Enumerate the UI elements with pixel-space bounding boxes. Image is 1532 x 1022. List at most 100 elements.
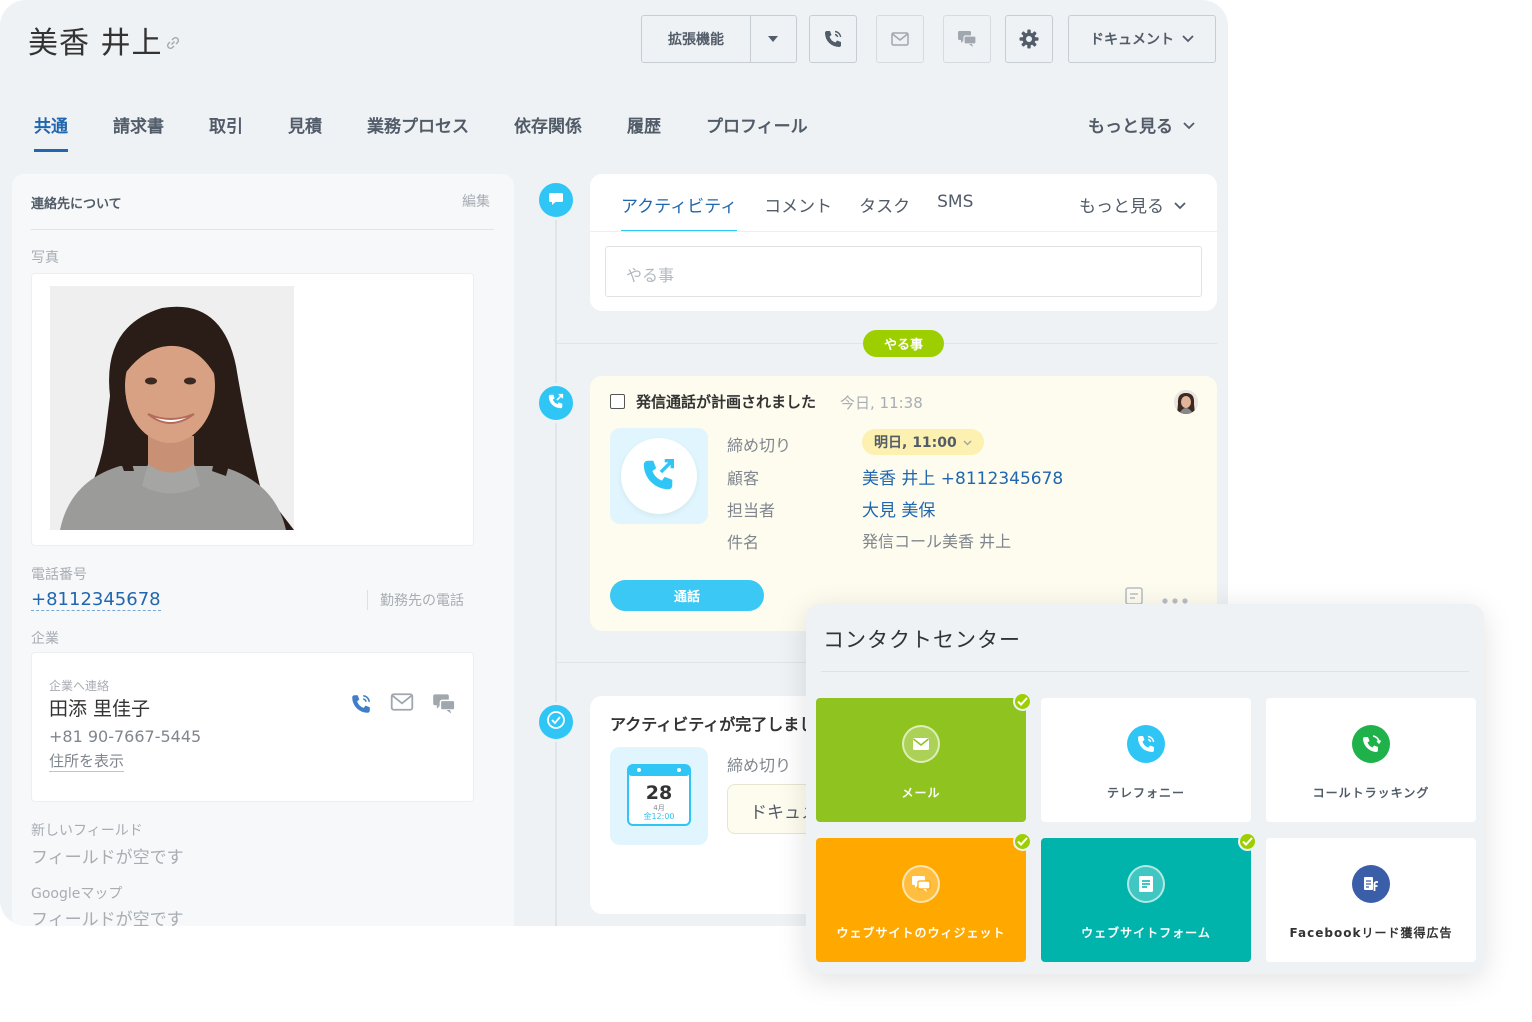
calendar-tile: 28 4月 金12:00 <box>610 747 708 845</box>
calendar-day: 28 <box>646 782 672 804</box>
tab-history[interactable]: 履歴 <box>627 112 661 152</box>
company-contact-box: 企業へ連絡 田添 里佳子 +81 90-7667-5445 住所を表示 <box>31 652 474 802</box>
extensions-split-button[interactable]: 拡張機能 <box>641 15 797 63</box>
tab-quotes[interactable]: 見積 <box>288 112 322 152</box>
responsible-value[interactable]: 大見 美保 <box>862 496 935 521</box>
editor-more-label: もっと見る <box>1079 197 1164 217</box>
contact-center-title: コンタクトセンター <box>823 628 1021 652</box>
check-icon <box>1013 832 1032 851</box>
chat-icon[interactable] <box>432 693 456 719</box>
tab-business-process[interactable]: 業務プロセス <box>367 112 469 152</box>
chevron-down-icon <box>1174 195 1186 215</box>
deadline-label: 締め切り <box>727 436 792 455</box>
email-button[interactable] <box>876 15 924 63</box>
mail-icon <box>891 32 909 46</box>
company-label: 企業 <box>31 631 59 647</box>
call-button[interactable] <box>809 15 857 63</box>
divider <box>590 231 1217 232</box>
tab-profile[interactable]: プロフィール <box>706 112 808 152</box>
tile-facebook-leads[interactable]: Facebookリード獲得広告 <box>1266 838 1476 962</box>
tile-website-form-label: ウェブサイトフォーム <box>1081 926 1211 940</box>
tab-general[interactable]: 共通 <box>34 112 68 152</box>
form-icon <box>1127 865 1165 903</box>
tile-telephony-label: テレフォニー <box>1106 786 1185 800</box>
phone-type: 勤務先の電話 <box>367 590 464 610</box>
tab-task[interactable]: タスク <box>859 192 910 232</box>
completed-title[interactable]: アクティビティが完了しました <box>610 711 831 735</box>
tab-comment[interactable]: コメント <box>764 192 832 232</box>
tabs-more-button[interactable]: もっと見る <box>1088 112 1195 137</box>
tab-deals[interactable]: 取引 <box>209 112 243 152</box>
tabs-more-label: もっと見る <box>1088 117 1173 137</box>
tile-telephony[interactable]: テレフォニー <box>1041 698 1251 822</box>
show-address-link[interactable]: 住所を表示 <box>49 750 125 772</box>
activity-editor: アクティビティ コメント タスク SMS もっと見る やる事 <box>590 174 1217 311</box>
tile-call-tracking-label: コールトラッキング <box>1312 786 1430 800</box>
tile-website-form[interactable]: ウェブサイトフォーム <box>1041 832 1257 962</box>
tile-facebook-leads-label: Facebookリード獲得広告 <box>1289 926 1453 940</box>
copy-link-icon[interactable] <box>166 36 180 54</box>
chat-icon <box>902 865 940 903</box>
divider <box>821 671 1469 672</box>
comment-icon <box>548 191 564 210</box>
todo-section-badge: やる事 <box>863 330 944 357</box>
company-contact-name[interactable]: 田添 里佳子 <box>49 694 150 721</box>
timeline-call-dot <box>536 383 576 423</box>
new-field-label: 新しいフィールド <box>31 823 143 839</box>
document-label: ドキュメント <box>1090 32 1174 48</box>
outgoing-call-icon <box>640 455 678 497</box>
company-contact-actions <box>350 693 456 719</box>
contact-title: 美香 井上 <box>28 26 163 61</box>
tile-email-label: メール <box>901 786 941 800</box>
divider <box>31 229 494 230</box>
tab-activity[interactable]: アクティビティ <box>621 192 738 232</box>
mail-icon[interactable] <box>390 693 414 719</box>
document-button[interactable]: ドキュメント <box>1068 15 1216 63</box>
tab-sms[interactable]: SMS <box>937 192 973 232</box>
subject-value: 発信コール美香 井上 <box>862 532 1012 551</box>
chevron-down-icon <box>1182 35 1194 43</box>
deadline-pill[interactable]: 明日, 11:00 <box>862 429 984 455</box>
google-map-value[interactable]: フィールドが空です <box>31 905 184 926</box>
new-field-value[interactable]: フィールドが空です <box>31 843 184 868</box>
company-contact-label: 企業へ連絡 <box>49 679 110 693</box>
deadline-value: 明日, 11:00 <box>874 435 957 451</box>
check-icon <box>1013 692 1032 711</box>
activity-time: 今日, 11:38 <box>840 394 923 412</box>
planned-call-activity: 発信通話が計画されました 今日, 11:38 締め切り 明日, 11:00 顧客… <box>590 376 1217 631</box>
editor-tabs: アクティビティ コメント タスク SMS <box>621 192 1000 232</box>
todo-input[interactable]: やる事 <box>605 246 1202 297</box>
split-divider <box>750 16 751 62</box>
tile-website-widget[interactable]: ウェブサイトのウィジェット <box>816 832 1032 962</box>
extensions-label: 拡張機能 <box>668 32 724 48</box>
caret-down-icon[interactable] <box>768 36 778 42</box>
company-contact-phone[interactable]: +81 90-7667-5445 <box>49 727 201 746</box>
check-icon <box>546 710 566 734</box>
tile-call-tracking[interactable]: コールトラッキング <box>1266 698 1476 822</box>
phone-icon[interactable] <box>350 693 372 719</box>
chat-button[interactable] <box>943 15 991 63</box>
chevron-down-icon <box>1183 115 1195 135</box>
complete-checkbox[interactable] <box>610 394 625 409</box>
google-map-label: Googleマップ <box>31 886 123 902</box>
subject-label: 件名 <box>727 533 760 552</box>
tile-email[interactable]: メール <box>816 692 1032 822</box>
tab-invoices[interactable]: 請求書 <box>113 112 164 152</box>
editor-more-button[interactable]: もっと見る <box>1079 192 1186 217</box>
calendar-month: 4月 <box>653 804 664 812</box>
settings-button[interactable] <box>1005 15 1053 63</box>
responsible-avatar[interactable] <box>1174 390 1198 414</box>
facebook-leads-icon <box>1352 865 1390 903</box>
client-value[interactable]: 美香 井上 +8112345678 <box>862 464 1063 489</box>
timeline-line <box>555 200 557 926</box>
responsible-label: 担当者 <box>727 501 776 520</box>
call-icon-tile <box>610 428 708 524</box>
contact-photo <box>50 286 294 530</box>
photo-field[interactable] <box>31 273 474 546</box>
tab-dependencies[interactable]: 依存関係 <box>514 112 582 152</box>
phone-number-link[interactable]: +8112345678 <box>31 589 161 611</box>
edit-link[interactable]: 編集 <box>462 191 490 211</box>
photo-label: 写真 <box>31 250 59 266</box>
start-call-button[interactable]: 通話 <box>610 580 764 611</box>
activity-title[interactable]: 発信通話が計画されました <box>636 391 816 412</box>
